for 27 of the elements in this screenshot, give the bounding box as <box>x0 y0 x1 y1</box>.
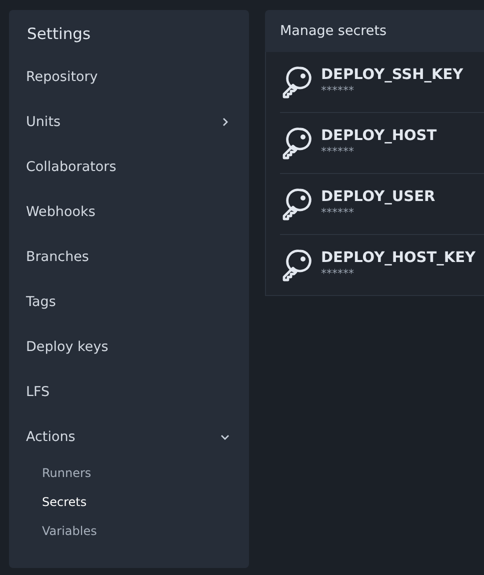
sidebar-item[interactable]: Actions <box>26 414 232 459</box>
sidebar-item[interactable]: Deploy keys <box>26 324 232 369</box>
chevron-right-icon <box>220 116 230 126</box>
panel-header: Manage secrets <box>265 10 484 52</box>
secret-value: ****** <box>321 267 355 280</box>
secret-name: DEPLOY_USER <box>321 189 436 206</box>
sidebar-subitem[interactable]: Variables <box>26 517 232 546</box>
secret-name: DEPLOY_HOST_KEY <box>321 250 476 267</box>
key-icon <box>280 126 314 160</box>
secret-name: DEPLOY_SSH_KEY <box>321 67 464 84</box>
sidebar-item[interactable]: Units <box>26 99 232 144</box>
key-icon <box>280 187 314 221</box>
key-icon <box>280 65 314 99</box>
sidebar-item[interactable]: Tags <box>26 279 232 324</box>
sidebar-subitem[interactable]: Runners <box>26 459 232 488</box>
sidebar-item[interactable]: Collaborators <box>26 144 232 189</box>
sidebar-item[interactable]: Webhooks <box>26 189 232 234</box>
secret-value: ****** <box>321 206 355 219</box>
sidebar-item[interactable]: Branches <box>26 234 232 279</box>
secret-name: DEPLOY_HOST <box>321 128 437 145</box>
sidebar-title: Settings <box>26 24 92 45</box>
sidebar-item[interactable]: LFS <box>26 369 232 414</box>
sidebar-item[interactable]: Repository <box>26 54 232 99</box>
sidebar-subitem[interactable]: Secrets <box>26 488 232 517</box>
secret-value: ****** <box>321 84 355 97</box>
secret-value: ****** <box>321 145 355 158</box>
key-icon <box>280 248 314 282</box>
